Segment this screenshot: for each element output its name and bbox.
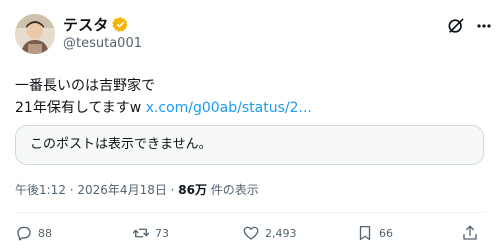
quoted-post-message: このポストは表示できません。 [30, 137, 212, 152]
like-button[interactable]: 2,493 [242, 223, 297, 243]
divider [15, 212, 486, 213]
grok-icon[interactable] [446, 16, 466, 36]
verified-badge-icon [111, 16, 128, 32]
author-handle[interactable]: @tesuta001 [63, 36, 142, 51]
view-count: 86万 [178, 183, 207, 197]
author-display-name[interactable]: テスタ [63, 14, 109, 35]
like-count: 2,493 [265, 226, 297, 240]
share-icon [463, 225, 477, 240]
tweet-meta: 午後1:12 · 2026年4月18日 · 86万 件の表示 [15, 181, 259, 198]
heart-icon [243, 226, 259, 240]
tweet-text-line-2: 21年保有してますw x.com/g00ab/status/2... [15, 97, 485, 119]
tweet-timestamp[interactable]: 午後1:12 · 2026年4月18日 · [15, 183, 178, 197]
reply-button[interactable]: 88 [15, 223, 52, 243]
repost-count: 73 [155, 226, 169, 240]
author-name-row: テスタ [63, 14, 129, 34]
reply-count: 88 [38, 226, 52, 240]
more-options-icon[interactable] [476, 20, 492, 32]
tweet-text: 一番長いのは吉野家で 21年保有してますw x.com/g00ab/status… [15, 75, 485, 119]
quoted-post-unavailable[interactable]: このポストは表示できません。 [15, 125, 484, 165]
reply-icon [17, 226, 31, 241]
share-button[interactable] [461, 223, 484, 243]
bookmark-icon [359, 225, 371, 241]
action-bar: 88 73 2,493 66 [15, 223, 485, 243]
avatar-image [15, 14, 55, 54]
avatar[interactable] [15, 14, 55, 54]
bookmark-button[interactable]: 66 [356, 223, 393, 243]
tweet-link[interactable]: x.com/g00ab/status/2... [146, 100, 312, 116]
tweet-text-line-1: 一番長いのは吉野家で [15, 78, 155, 94]
bookmark-count: 66 [379, 226, 393, 240]
repost-icon [132, 228, 150, 238]
view-count-suffix: 件の表示 [206, 183, 259, 197]
repost-button[interactable]: 73 [132, 223, 169, 243]
tweet-text-line-2-text: 21年保有してますw [15, 100, 146, 116]
tweet-card: テスタ @tesuta001 一番長いのは吉野家で 21年保有してますw x.c… [0, 0, 501, 251]
